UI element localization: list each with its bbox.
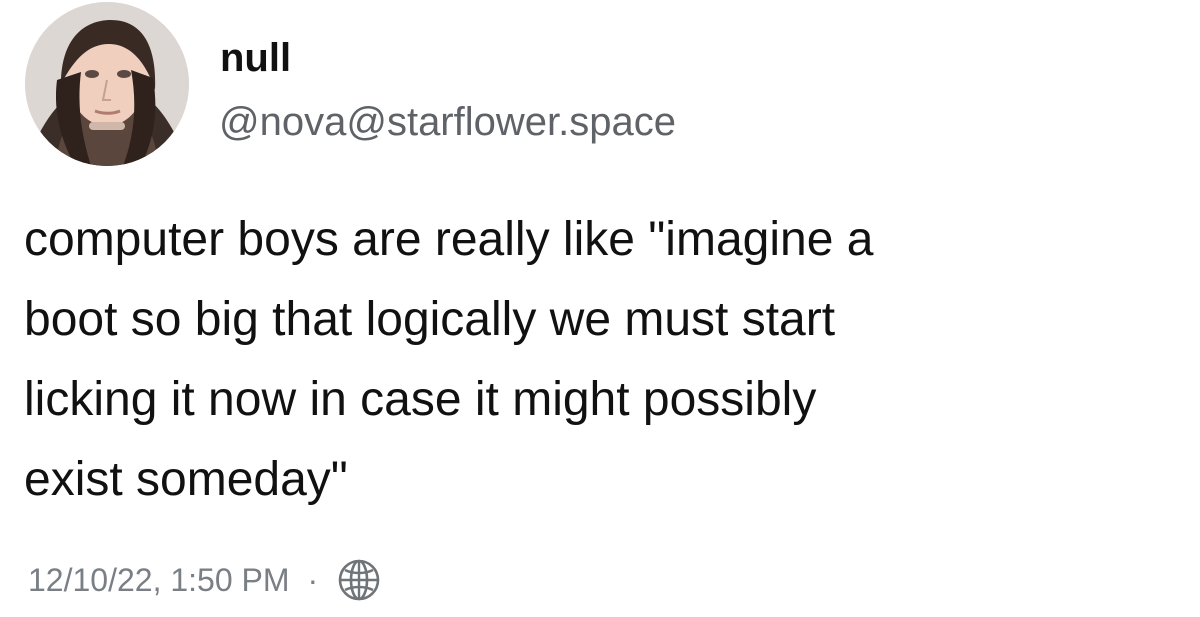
post-meta: 12/10/22, 1:50 PM · <box>28 557 382 603</box>
globe-icon[interactable] <box>336 557 382 603</box>
post-card: null @nova@starflower.space computer boy… <box>0 0 1200 617</box>
post-content-line: boot so big that logically we must start <box>24 293 836 346</box>
display-name[interactable]: null <box>220 38 291 78</box>
timestamp[interactable]: 12/10/22, 1:50 PM <box>28 562 290 599</box>
post-content-line: licking it now in case it might possibly <box>24 373 817 426</box>
avatar[interactable] <box>25 2 189 166</box>
meta-separator: · <box>307 562 319 598</box>
post-content-line: computer boys are really like "imagine a <box>24 213 874 266</box>
user-handle[interactable]: @nova@starflower.space <box>219 102 676 142</box>
post-content: computer boys are really like "imagine a… <box>24 200 1189 520</box>
post-content-line: exist someday" <box>24 453 348 506</box>
avatar-photo-icon <box>25 2 189 166</box>
